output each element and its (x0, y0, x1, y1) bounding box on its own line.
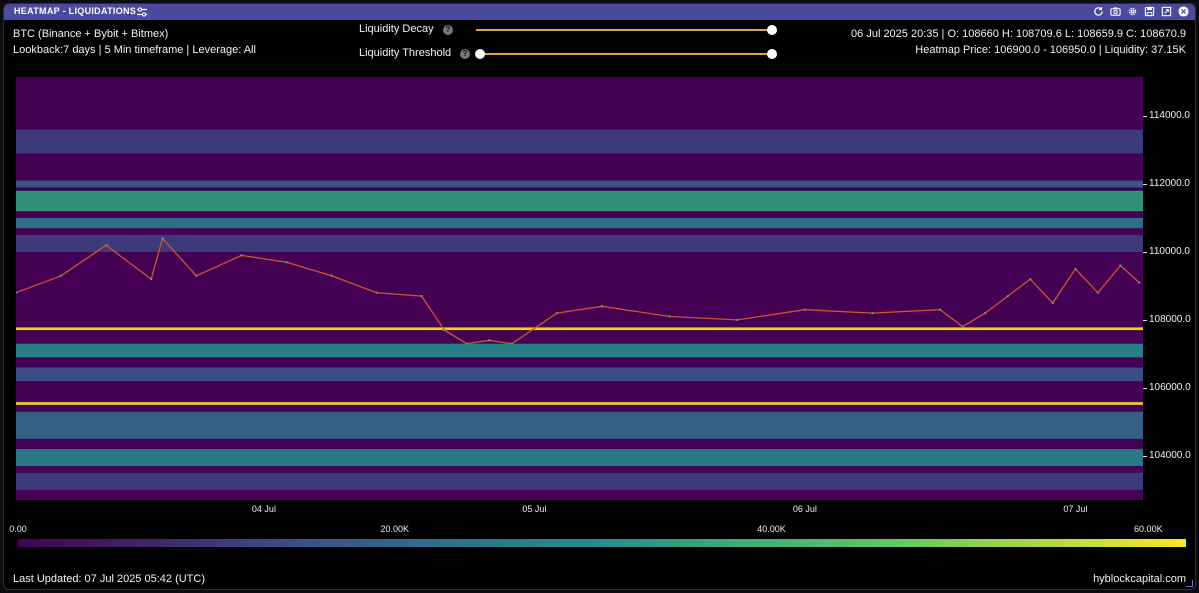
price-point (938, 308, 942, 311)
liquidity-band-6 (16, 343, 1143, 358)
y-tick-mark (1143, 251, 1147, 253)
liquidity-threshold-min-knob[interactable] (475, 49, 485, 59)
y-tick-mark (1143, 116, 1147, 118)
y-tick-label: 104000.0 (1149, 449, 1191, 461)
liquidity-band-3 (16, 218, 1143, 229)
price-point (1096, 291, 1100, 294)
price-point (736, 318, 739, 322)
y-tick-label: 114000.0 (1149, 110, 1190, 122)
y-tick-label: 110000.0 (1149, 245, 1190, 257)
color-scale-tick-label: 60.00K (1134, 524, 1163, 534)
expand-icon[interactable] (1160, 5, 1172, 17)
liquidity-band-2 (16, 190, 1143, 212)
y-tick-label: 112000.0 (1149, 178, 1190, 190)
price-point (420, 294, 423, 298)
liquidity-decay-knob[interactable] (767, 25, 777, 35)
liquidity-band-5 (16, 327, 1143, 331)
price-info: 06 Jul 2025 20:35 | O: 108660 H: 108709.… (851, 26, 1186, 58)
title-bar: HEATMAP - LIQUIDATIONS (4, 4, 1195, 20)
liquidity-decay-label: Liquidity Decay (359, 23, 434, 35)
price-point (443, 328, 446, 332)
liquidity-band-1 (16, 180, 1143, 188)
refresh-icon[interactable] (1092, 5, 1104, 17)
x-tick-label: 06 Jul (792, 504, 817, 514)
ohlc-readout: 06 Jul 2025 20:35 | O: 108660 H: 108709.… (851, 28, 1186, 40)
threshold-help-icon[interactable]: ? (460, 49, 470, 59)
liquidity-band-10 (16, 449, 1143, 467)
price-point (871, 311, 874, 315)
price-point (803, 308, 807, 311)
price-point (961, 325, 964, 328)
price-point (375, 291, 378, 294)
market-label: BTC (Binance + Bybit + Bitmex) (13, 28, 169, 40)
price-point (1051, 301, 1055, 305)
price-point (1029, 277, 1032, 281)
price-point (600, 305, 604, 308)
color-scale-tick-label: 40.00K (757, 524, 786, 534)
color-scale-bar (18, 539, 1186, 547)
settings-summary: Lookback:7 days | 5 Min timeframe | Leve… (13, 44, 256, 56)
price-point (285, 260, 288, 264)
y-tick-mark (1143, 387, 1147, 389)
price-point (1138, 281, 1141, 284)
liquidity-band-7 (16, 367, 1143, 382)
liquidity-threshold-slider[interactable] (475, 49, 777, 59)
price-point (195, 274, 198, 277)
y-tick-label: 108000.0 (1149, 313, 1191, 325)
liquidity-decay-slider[interactable] (476, 25, 777, 35)
decay-help-icon[interactable]: ? (443, 25, 453, 35)
heatmap-price-readout: Heatmap Price: 106900.0 - 106950.0 | Liq… (915, 44, 1186, 56)
y-tick-label: 106000.0 (1149, 381, 1191, 393)
price-point (668, 315, 671, 318)
market-info: BTC (Binance + Bybit + Bitmex) Lookback:… (13, 26, 256, 58)
resize-handle[interactable] (1186, 580, 1193, 587)
y-tick-mark (1143, 455, 1147, 457)
price-point (488, 339, 491, 342)
price-point (150, 277, 153, 281)
gear-icon[interactable] (1126, 5, 1138, 17)
price-point (330, 274, 333, 277)
price-point (104, 243, 108, 247)
liquidity-band-11 (16, 472, 1143, 490)
liquidity-band-4 (16, 234, 1143, 252)
save-icon[interactable] (1143, 5, 1155, 17)
liquidity-band-8 (16, 402, 1143, 405)
filter-settings-icon[interactable] (135, 5, 149, 19)
heatmap-window: HEATMAP - LIQUIDATIONS BTC (Binance + By… (3, 3, 1196, 590)
color-scale-tick-label: 20.00K (380, 524, 410, 534)
close-icon[interactable] (1177, 5, 1189, 17)
color-scale-tick-label: 0.00 (9, 524, 27, 534)
price-point (1006, 294, 1009, 298)
price-point (465, 342, 468, 345)
price-point (1074, 267, 1077, 271)
y-tick-mark (1143, 319, 1147, 321)
price-point (555, 311, 559, 315)
price-point (59, 274, 63, 277)
x-tick-label: 07 Jul (1063, 504, 1088, 514)
price-point (161, 237, 164, 240)
price-point (984, 311, 987, 315)
window-title: HEATMAP - LIQUIDATIONS (14, 6, 137, 16)
x-tick-label: 05 Jul (522, 504, 547, 514)
y-tick-mark (1143, 184, 1147, 186)
liquidity-band-0 (16, 129, 1143, 154)
x-tick-label: 04 Jul (251, 504, 276, 514)
last-updated: Last Updated: 07 Jul 2025 05:42 (UTC) (13, 573, 206, 585)
liquidity-band-9 (16, 411, 1143, 439)
heatmap-plot[interactable] (16, 77, 1143, 500)
price-point (1119, 264, 1122, 267)
price-point (510, 342, 514, 345)
liquidity-threshold-max-knob[interactable] (767, 49, 777, 59)
brand-link[interactable]: hyblockcapital.com (1093, 573, 1186, 585)
camera-icon[interactable] (1109, 5, 1121, 17)
liquidity-threshold-label: Liquidity Threshold (359, 47, 452, 59)
price-point (240, 254, 243, 257)
